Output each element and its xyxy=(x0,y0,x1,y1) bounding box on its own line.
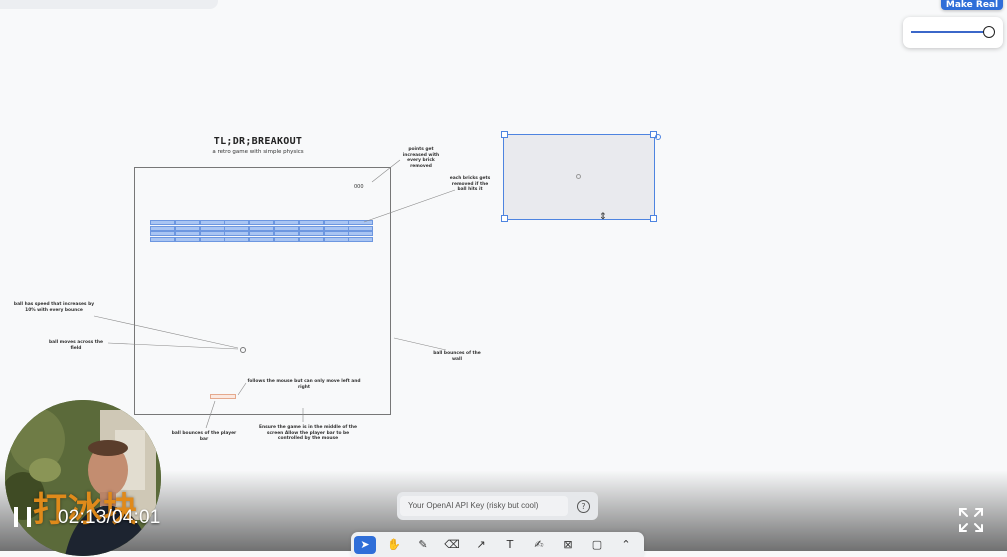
note-ensure[interactable]: Ensure the game is in the middle of the … xyxy=(256,425,360,442)
pencil-icon[interactable]: ✎ xyxy=(412,536,434,554)
resize-handle-bottom-right[interactable] xyxy=(650,215,657,222)
arrow-bricks xyxy=(363,189,456,223)
note-speed[interactable]: ball has speed that increases by 10% wit… xyxy=(12,302,96,313)
video-time: 02:13/04:01 xyxy=(58,507,161,528)
note-mouse[interactable]: follows the mouse but can only move left… xyxy=(246,379,362,390)
fullscreen-icon[interactable] xyxy=(956,505,986,535)
shape-center-dot xyxy=(576,174,581,179)
eraser-icon[interactable]: ⌫ xyxy=(441,536,463,554)
chevron-up-icon[interactable]: ⌃ xyxy=(615,536,637,554)
api-key-input[interactable]: Your OpenAI API Key (risky but cool) xyxy=(400,496,568,516)
rectangle-icon[interactable]: ▢ xyxy=(586,536,608,554)
resize-handle-top-left[interactable] xyxy=(501,131,508,138)
resize-handle-bottom-left[interactable] xyxy=(501,215,508,222)
arrow-player xyxy=(205,400,216,429)
arrow-wall xyxy=(393,337,447,351)
hand-icon[interactable]: ✋ xyxy=(383,536,405,554)
text-icon[interactable]: T xyxy=(499,536,521,554)
select-arrow-icon[interactable]: ➤ xyxy=(354,536,376,554)
note-moves[interactable]: ball moves across the field xyxy=(44,340,108,351)
arrow-points xyxy=(371,159,401,183)
rotate-handle[interactable] xyxy=(655,134,661,140)
note-points[interactable]: points get increased with every brick re… xyxy=(400,147,442,169)
arrow-icon[interactable]: ↗ xyxy=(470,536,492,554)
pause-icon[interactable] xyxy=(14,507,36,529)
webcam-video xyxy=(5,400,161,556)
drawing-toolbar: ➤ ✋ ✎ ⌫ ↗ T ✍ ⊠ ▢ ⌃ xyxy=(351,532,644,557)
resize-cursor-icon: ⇕ xyxy=(599,212,607,222)
api-key-panel: Your OpenAI API Key (risky but cool) ? xyxy=(397,492,598,520)
help-icon[interactable]: ? xyxy=(577,500,590,513)
note-icon[interactable]: ✍ xyxy=(528,536,550,554)
note-player[interactable]: ball bounces of the player bar xyxy=(168,431,240,442)
webcam-frame-image xyxy=(5,400,161,556)
arrow-mouse xyxy=(237,382,247,396)
note-bricks[interactable]: each bricks gets removed if the ball hit… xyxy=(448,176,492,193)
note-wall[interactable]: ball bounces of the wall xyxy=(428,351,486,362)
image-icon[interactable]: ⊠ xyxy=(557,536,579,554)
